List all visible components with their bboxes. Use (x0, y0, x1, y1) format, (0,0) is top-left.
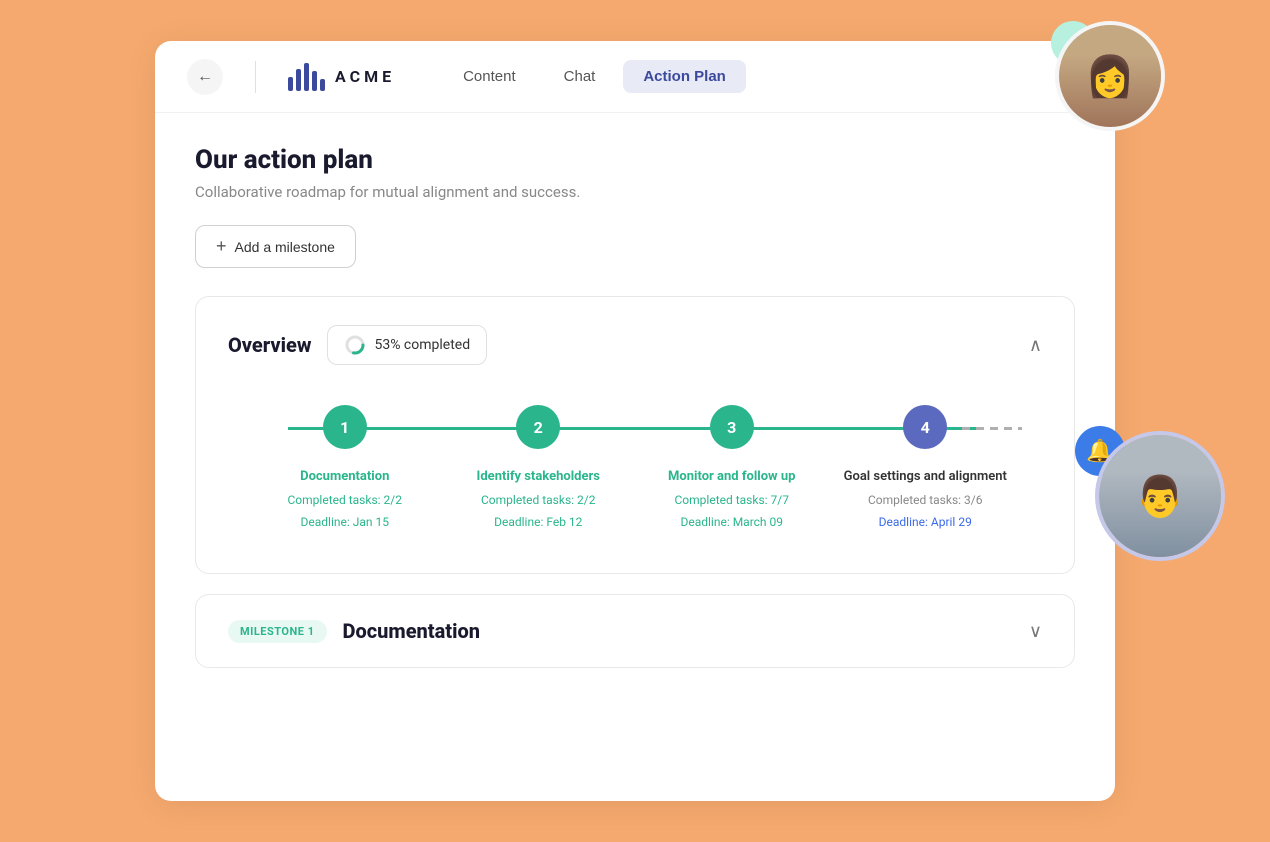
milestone-meta-3: Completed tasks: 7/7 Deadline: March 09 (675, 490, 789, 533)
overview-title: Overview (228, 333, 311, 357)
logo-bar-1 (288, 77, 293, 91)
progress-label: 53% completed (374, 337, 470, 353)
nav-chat[interactable]: Chat (544, 60, 616, 93)
milestone-circle-2: 2 (516, 405, 560, 449)
milestone-meta-4: Completed tasks: 3/6 Deadline: April 29 (868, 490, 982, 533)
logo-icon (288, 63, 325, 91)
milestone-tasks-1: Completed tasks: 2/2 (288, 490, 402, 512)
milestone-meta-1: Completed tasks: 2/2 Deadline: Jan 15 (288, 490, 402, 533)
back-button[interactable]: ← (187, 59, 223, 95)
milestone-section-header: MILESTONE 1 Documentation ∨ (228, 619, 1042, 643)
milestone-item-4[interactable]: 4 Goal settings and alignment Completed … (829, 405, 1023, 533)
milestone-deadline-4: Deadline: April 29 (868, 512, 982, 534)
avatar-woman: 👩 (1055, 21, 1165, 131)
outer-wrapper: ✓ 👩 🔔 👨 ← (35, 31, 1235, 811)
milestone-number-2: 2 (534, 418, 543, 437)
chevron-up-icon[interactable]: ∧ (1029, 335, 1042, 356)
milestone-label-3: Monitor and follow up (668, 469, 795, 484)
page-title: Our action plan (195, 145, 1075, 175)
logo-bar-3 (304, 63, 309, 91)
milestone-label-4: Goal settings and alignment (844, 469, 1007, 484)
progress-badge: 53% completed (327, 325, 487, 365)
milestone-deadline-3: Deadline: March 09 (675, 512, 789, 534)
milestone-circle-1: 1 (323, 405, 367, 449)
nav-divider (255, 61, 256, 93)
milestone-meta-2: Completed tasks: 2/2 Deadline: Feb 12 (481, 490, 595, 533)
milestone-badge: MILESTONE 1 (228, 620, 327, 643)
nav-bar: ← ACME Content Chat Action Plan (155, 41, 1115, 113)
logo-bar-2 (296, 69, 301, 91)
content-area: Our action plan Collaborative roadmap fo… (155, 113, 1115, 801)
milestone-number-4: 4 (921, 418, 930, 437)
milestone-label-1: Documentation (300, 469, 389, 484)
milestone-tasks-3: Completed tasks: 7/7 (675, 490, 789, 512)
nav-links: Content Chat Action Plan (443, 60, 746, 93)
logo-bar-4 (312, 71, 317, 91)
milestone-label-2: Identify stakeholders (477, 469, 600, 484)
logo-area: ACME (288, 63, 395, 91)
milestone-deadline-2: Deadline: Feb 12 (481, 512, 595, 534)
progress-donut-icon (344, 334, 366, 356)
page-subtitle: Collaborative roadmap for mutual alignme… (195, 183, 1075, 201)
nav-content[interactable]: Content (443, 60, 536, 93)
milestone-section-title: Documentation (343, 619, 481, 643)
nav-action-plan[interactable]: Action Plan (623, 60, 746, 93)
milestone-section: MILESTONE 1 Documentation ∨ (195, 594, 1075, 668)
milestone-circle-4: 4 (903, 405, 947, 449)
milestone-item-2[interactable]: 2 Identify stakeholders Completed tasks:… (442, 405, 636, 533)
milestone-tasks-2: Completed tasks: 2/2 (481, 490, 595, 512)
milestone-number-1: 1 (340, 418, 349, 437)
milestone-item-3[interactable]: 3 Monitor and follow up Completed tasks:… (635, 405, 829, 533)
avatar-man: 👨 (1095, 431, 1225, 561)
add-milestone-button[interactable]: + Add a milestone (195, 225, 356, 268)
chevron-down-icon[interactable]: ∨ (1029, 621, 1042, 642)
logo-bar-5 (320, 79, 325, 91)
main-card: ← ACME Content Chat Action Plan Our ac (155, 41, 1115, 801)
logo-text: ACME (335, 67, 395, 86)
milestone-item-1[interactable]: 1 Documentation Completed tasks: 2/2 Dea… (248, 405, 442, 533)
add-milestone-label: Add a milestone (235, 239, 335, 255)
milestone-tasks-4: Completed tasks: 3/6 (868, 490, 982, 512)
plus-icon: + (216, 236, 227, 257)
milestone-number-3: 3 (727, 418, 736, 437)
milestone-circle-3: 3 (710, 405, 754, 449)
milestone-deadline-1: Deadline: Jan 15 (288, 512, 402, 534)
overview-card: Overview 53% completed ∧ (195, 296, 1075, 574)
timeline: 1 Documentation Completed tasks: 2/2 Dea… (228, 405, 1042, 533)
overview-header: Overview 53% completed ∧ (228, 325, 1042, 365)
